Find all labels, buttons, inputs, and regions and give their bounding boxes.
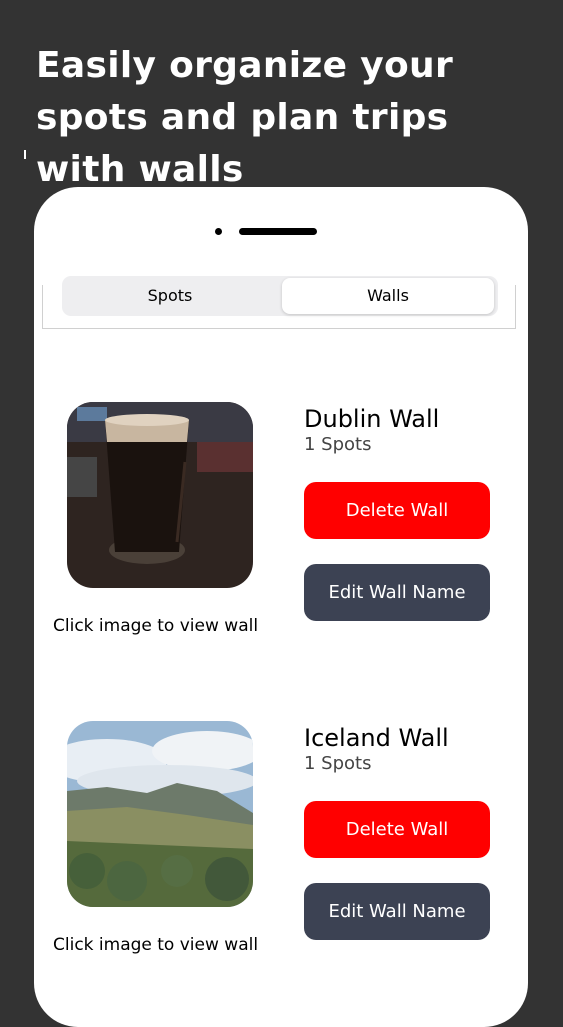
- tab-spots[interactable]: Spots: [64, 278, 276, 314]
- segmented-control: Spots Walls: [62, 276, 498, 316]
- icelandic-landscape-photo: [67, 721, 253, 907]
- wall-card: Iceland Wall 1 Spots Delete Wall Edit Wa…: [34, 721, 528, 981]
- wall-thumbnail[interactable]: [67, 721, 253, 907]
- camera-dot: [215, 228, 222, 235]
- thumbnail-caption: Click image to view wall: [53, 935, 259, 955]
- pint-of-stout-photo: [67, 402, 253, 588]
- wall-spot-count: 1 Spots: [304, 434, 372, 455]
- thumbnail-caption: Click image to view wall: [53, 616, 259, 636]
- edit-wall-name-button[interactable]: Edit Wall Name: [304, 564, 490, 621]
- edit-wall-name-button[interactable]: Edit Wall Name: [304, 883, 490, 940]
- tab-walls[interactable]: Walls: [282, 278, 494, 314]
- delete-wall-button[interactable]: Delete Wall: [304, 801, 490, 858]
- wall-thumbnail[interactable]: [67, 402, 253, 588]
- wall-title: Iceland Wall: [304, 724, 449, 752]
- phone-frame: Spots Walls Dublin Wall 1 Spots Delete W…: [34, 187, 528, 1027]
- wall-spot-count: 1 Spots: [304, 753, 372, 774]
- tab-bar-container: Spots Walls: [42, 276, 516, 329]
- promo-headline: Easily organize your spots and plan trip…: [36, 45, 453, 190]
- delete-wall-button[interactable]: Delete Wall: [304, 482, 490, 539]
- wall-card: Dublin Wall 1 Spots Delete Wall Edit Wal…: [34, 402, 528, 662]
- decorative-mark: [24, 150, 26, 159]
- wall-title: Dublin Wall: [304, 405, 440, 433]
- speaker-bar: [239, 228, 317, 235]
